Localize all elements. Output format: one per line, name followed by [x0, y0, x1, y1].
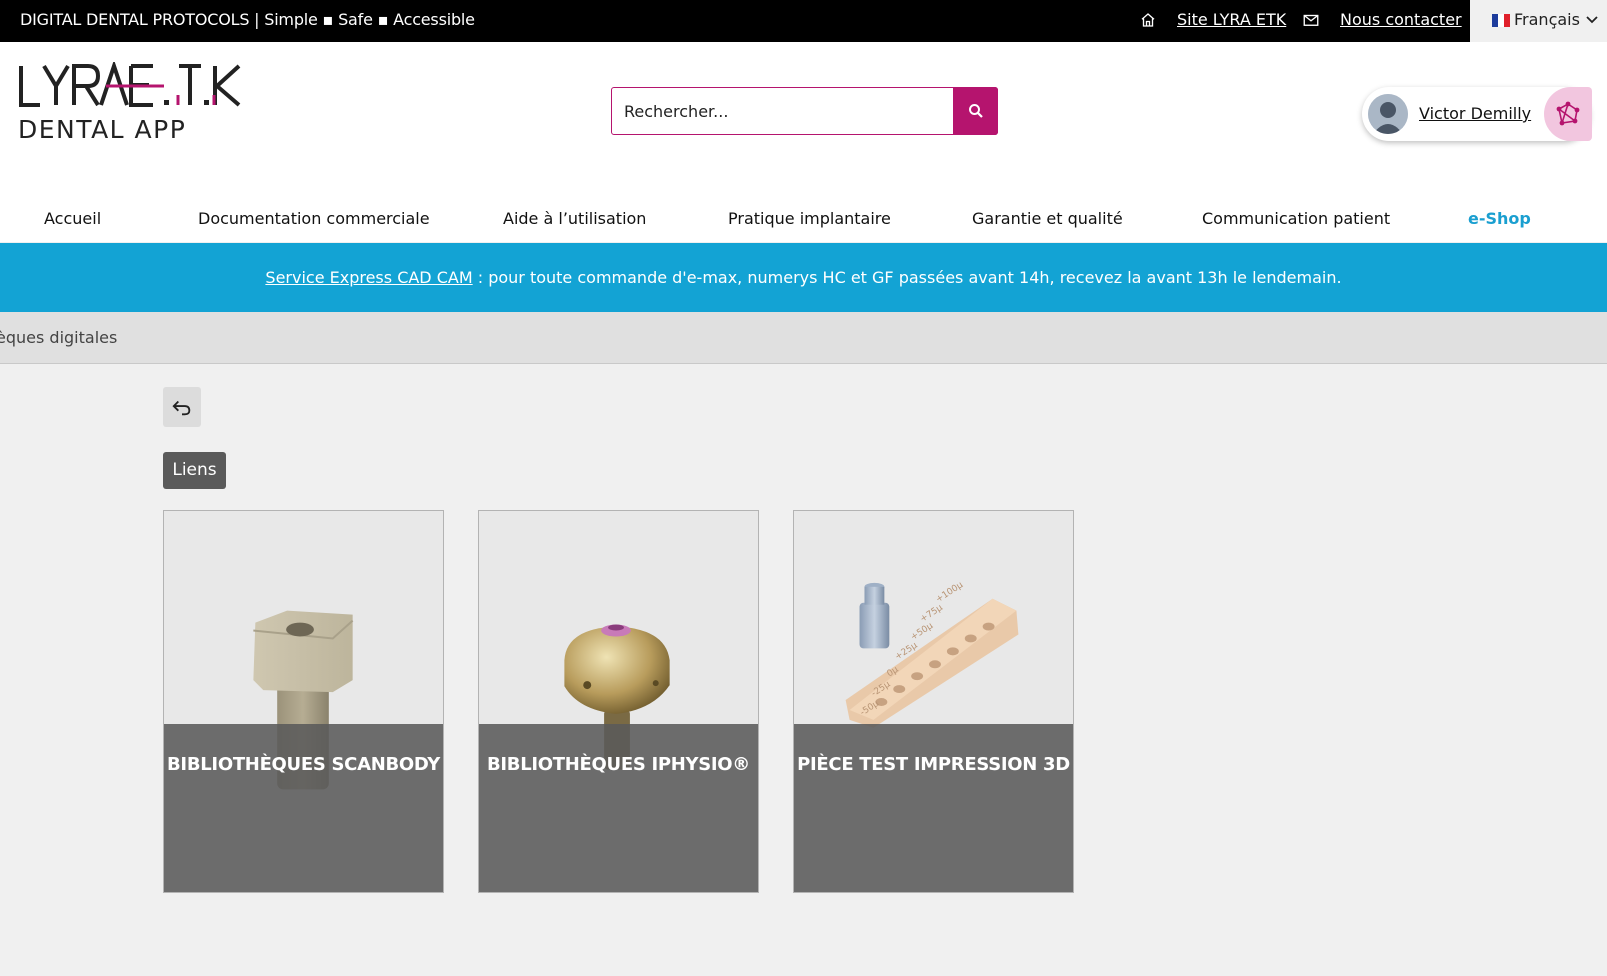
back-button[interactable] [163, 387, 201, 427]
user-name[interactable]: Victor Demilly [1419, 104, 1531, 123]
nav-item-pratique[interactable]: Pratique implantaire [728, 209, 891, 228]
mark-label: +75µ [919, 603, 945, 625]
card-title: BIBLIOTHÈQUES IPHYSIO® [486, 754, 751, 775]
user-silhouette-icon [1368, 94, 1408, 134]
nav-item-communication[interactable]: Communication patient [1202, 209, 1390, 228]
nav-item-eshop[interactable]: e-Shop [1468, 209, 1531, 228]
language-label: Français [1514, 10, 1580, 29]
undo-arrow-icon [172, 400, 191, 416]
mark-label: +50µ [909, 621, 935, 643]
mail-icon [1303, 14, 1319, 26]
main-nav: Accueil Documentation commerciale Aide à… [0, 199, 1607, 239]
top-bar: DIGITAL DENTAL PROTOCOLS | Simple ▪ Safe… [0, 0, 1607, 42]
nav-item-accueil[interactable]: Accueil [44, 209, 101, 228]
home-icon [1141, 13, 1155, 27]
card-title: BIBLIOTHÈQUES SCANBODY [167, 754, 440, 775]
chevron-down-icon [1586, 16, 1598, 24]
nav-item-garantie[interactable]: Garantie et qualité [972, 209, 1123, 228]
search-box [611, 87, 998, 135]
user-profile[interactable]: Victor Demilly [1362, 87, 1592, 141]
language-selector[interactable]: Français [1470, 0, 1607, 42]
breadcrumb-current: èques digitales [0, 328, 118, 347]
card-test-piece[interactable]: +100µ +75µ +50µ +25µ 0µ -25µ -50µ PIÈCE … [793, 510, 1074, 893]
avatar [1368, 94, 1408, 134]
share-button[interactable] [1544, 87, 1592, 141]
nav-item-aide[interactable]: Aide à l’utilisation [503, 209, 646, 228]
card-overlay [164, 724, 443, 892]
nav-item-documentation[interactable]: Documentation commerciale [198, 209, 430, 228]
info-banner: Service Express CAD CAM : pour toute com… [0, 243, 1607, 312]
card-scanbody[interactable]: BIBLIOTHÈQUES SCANBODY [163, 510, 444, 893]
search-input[interactable] [612, 88, 954, 134]
category-tag[interactable]: Liens [163, 452, 226, 489]
tagline: DIGITAL DENTAL PROTOCOLS | Simple ▪ Safe… [20, 10, 475, 29]
banner-text: : pour toute commande d'e-max, numerys H… [472, 268, 1342, 287]
card-overlay [479, 724, 758, 892]
breadcrumb: èques digitales [0, 312, 1607, 364]
card-overlay [794, 724, 1073, 892]
lyra-etk-logo[interactable]: DENTAL APP [18, 62, 248, 142]
card-title: PIÈCE TEST IMPRESSION 3D [797, 754, 1070, 775]
banner-link[interactable]: Service Express CAD CAM [265, 268, 472, 287]
mark-label: +100µ [934, 580, 965, 605]
site-header: DENTAL APP Victor Demilly [0, 42, 1607, 242]
site-lyra-link[interactable]: Site LYRA ETK [1177, 10, 1286, 29]
contact-link[interactable]: Nous contacter [1340, 10, 1462, 29]
network-share-icon [1556, 101, 1580, 126]
search-button[interactable] [953, 87, 998, 135]
logo-subtitle: DENTAL APP [18, 115, 186, 142]
card-iphysio[interactable]: BIBLIOTHÈQUES IPHYSIO® [478, 510, 759, 893]
search-icon [968, 104, 983, 118]
french-flag-icon [1492, 14, 1510, 27]
